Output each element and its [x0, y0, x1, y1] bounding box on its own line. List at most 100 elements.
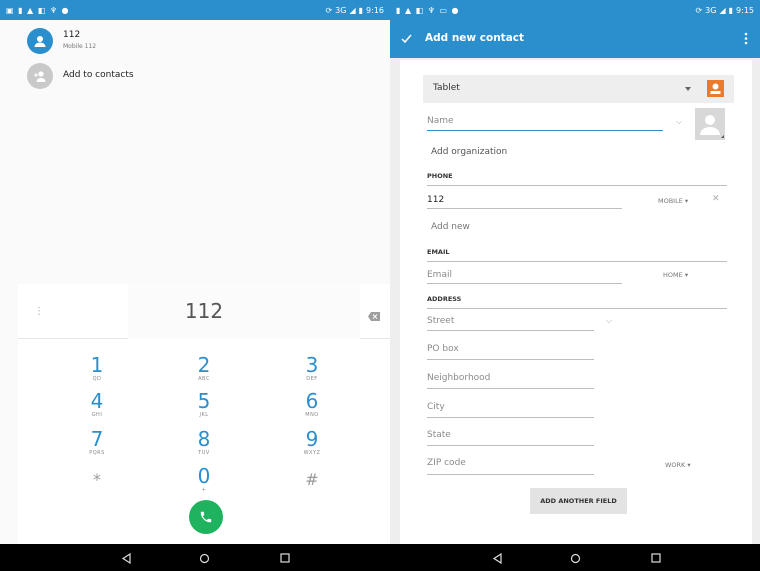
key-2[interactable]: 2 ABC [174, 354, 234, 382]
account-icon [707, 80, 724, 97]
address-divider [427, 308, 727, 309]
network-label-2: 3G [705, 5, 717, 15]
add-person-icon [27, 63, 53, 89]
name-expand-icon[interactable]: ⌵ [676, 117, 682, 127]
app-bar: Add new contact [390, 20, 760, 58]
contact-avatar-icon [27, 28, 53, 54]
phone-type-label: MOBILE [658, 197, 683, 205]
more-options-icon[interactable] [744, 30, 748, 49]
home-icon-2[interactable] [567, 550, 583, 566]
neighborhood-underline [427, 388, 594, 389]
city-underline [427, 417, 594, 418]
back-icon[interactable] [118, 550, 134, 566]
notification-icons-right: ▮ ▲ ◧ ♆ ▭ ● [396, 5, 460, 15]
account-name: Tablet [433, 83, 460, 93]
key-hash[interactable]: # [282, 469, 342, 491]
dialpad: ⋮ 112 1 QD 2 ABC 3 DEF 4 GHI 5 JKL 6 MNO 7 PQRS… [18, 284, 390, 544]
back-icon-2[interactable] [489, 550, 505, 566]
key-8[interactable]: 8 TUV [174, 428, 234, 456]
page-title: Add new contact [425, 32, 525, 44]
signal-icon-2: ◢ [719, 5, 726, 15]
key-6[interactable]: 6 MNO [282, 390, 342, 418]
battery-icon-2: ▮ [728, 5, 734, 15]
phone-divider [427, 185, 727, 186]
dialed-number-row: ⋮ 112 [18, 284, 390, 339]
call-button[interactable] [189, 500, 223, 534]
add-to-contacts-label: Add to contacts [63, 70, 134, 80]
add-contact-pane: ▮ ▲ ◧ ♆ ▭ ● ⟳ 3G ◢ ▮ 9:15 Add new contac… [390, 0, 760, 571]
status-right-2: ⟳ 3G ◢ ▮ 9:15 [695, 6, 754, 15]
contact-subtitle: Mobile 112 [63, 43, 97, 50]
add-new-phone[interactable]: Add new [431, 222, 470, 232]
email-underline [427, 283, 622, 284]
signal-icon: ◢ [349, 5, 356, 15]
email-type-caret-icon: ▾ [684, 271, 689, 279]
key-3[interactable]: 3 DEF [282, 354, 342, 382]
address-type-select[interactable]: WORK ▾ [665, 461, 691, 469]
phone-type-select[interactable]: MOBILE ▾ [658, 197, 688, 205]
sync-icon-2: ⟳ [695, 5, 703, 15]
remove-phone-icon[interactable]: ✕ [712, 194, 720, 204]
name-underline [427, 130, 663, 131]
contact-name: 112 [63, 30, 81, 40]
account-selector[interactable]: Tablet [423, 75, 734, 103]
address-expand-icon[interactable]: ⌵ [606, 316, 612, 326]
sync-icon: ⟳ [325, 5, 333, 15]
pobox-underline [427, 359, 594, 360]
email-type-label: HOME [663, 271, 683, 279]
recents-icon-2[interactable] [648, 550, 664, 566]
key-9[interactable]: 9 WXYZ [282, 428, 342, 456]
phone-icon [200, 511, 212, 523]
phone-header: PHONE [427, 172, 453, 180]
dialed-number[interactable]: 112 [18, 299, 390, 323]
phone-underline [427, 208, 622, 209]
clock-2: 9:15 [736, 5, 754, 15]
key-4[interactable]: 4 GHI [67, 390, 127, 418]
key-0[interactable]: 0 + [174, 465, 234, 493]
key-star[interactable]: * [67, 469, 127, 491]
contact-photo[interactable] [695, 108, 725, 140]
dialer-pane: ▣ ▮ ▲ ◧ ♆ ● ⟳ 3G ◢ ▮ 9:16 112 Mobile 112… [0, 0, 390, 571]
state-field[interactable]: State [427, 430, 451, 440]
network-label: 3G [335, 5, 347, 15]
clock: 9:16 [366, 5, 384, 15]
key-7[interactable]: 7 PQRS [67, 428, 127, 456]
street-field[interactable]: Street [427, 316, 454, 326]
key-1[interactable]: 1 QD [67, 354, 127, 382]
status-right: ⟳ 3G ◢ ▮ 9:16 [325, 6, 384, 15]
backspace-icon[interactable] [368, 306, 380, 325]
state-underline [427, 445, 594, 446]
notification-icons: ▣ ▮ ▲ ◧ ♆ ● [6, 5, 70, 15]
email-type-select[interactable]: HOME ▾ [663, 271, 688, 279]
email-divider [427, 261, 727, 262]
battery-icon: ▮ [358, 5, 364, 15]
address-header: ADDRESS [427, 295, 462, 303]
email-header: EMAIL [427, 248, 450, 256]
add-to-contacts-row[interactable]: Add to contacts [0, 59, 390, 93]
add-organization[interactable]: Add organization [431, 147, 507, 157]
pobox-field[interactable]: PO box [427, 344, 459, 354]
city-field[interactable]: City [427, 402, 445, 412]
contact-form: Tablet Name ⌵ Add organization PHONE 112… [400, 60, 752, 544]
zip-field[interactable]: ZIP code [427, 458, 466, 468]
phone-type-caret-icon: ▾ [684, 197, 689, 205]
email-field[interactable]: Email [427, 270, 452, 280]
status-bar: ▣ ▮ ▲ ◧ ♆ ● ⟳ 3G ◢ ▮ 9:16 [0, 0, 390, 20]
home-icon[interactable] [196, 550, 212, 566]
add-another-field-button[interactable]: ADD ANOTHER FIELD [530, 488, 627, 514]
check-icon[interactable] [400, 30, 413, 49]
account-dropdown-icon [685, 87, 691, 91]
neighborhood-field[interactable]: Neighborhood [427, 373, 490, 383]
navigation-bar-right [390, 544, 760, 571]
recents-icon[interactable] [277, 550, 293, 566]
zip-underline [427, 474, 594, 475]
navigation-bar [0, 544, 390, 571]
name-field[interactable]: Name [427, 116, 454, 126]
contact-suggestion-row[interactable]: 112 Mobile 112 [0, 24, 390, 58]
street-underline [427, 330, 594, 331]
address-type-caret-icon: ▾ [687, 461, 691, 469]
status-bar-right: ▮ ▲ ◧ ♆ ▭ ● ⟳ 3G ◢ ▮ 9:15 [390, 0, 760, 20]
key-5[interactable]: 5 JKL [174, 390, 234, 418]
address-type-label: WORK [665, 461, 686, 469]
phone-field[interactable]: 112 [427, 195, 444, 205]
